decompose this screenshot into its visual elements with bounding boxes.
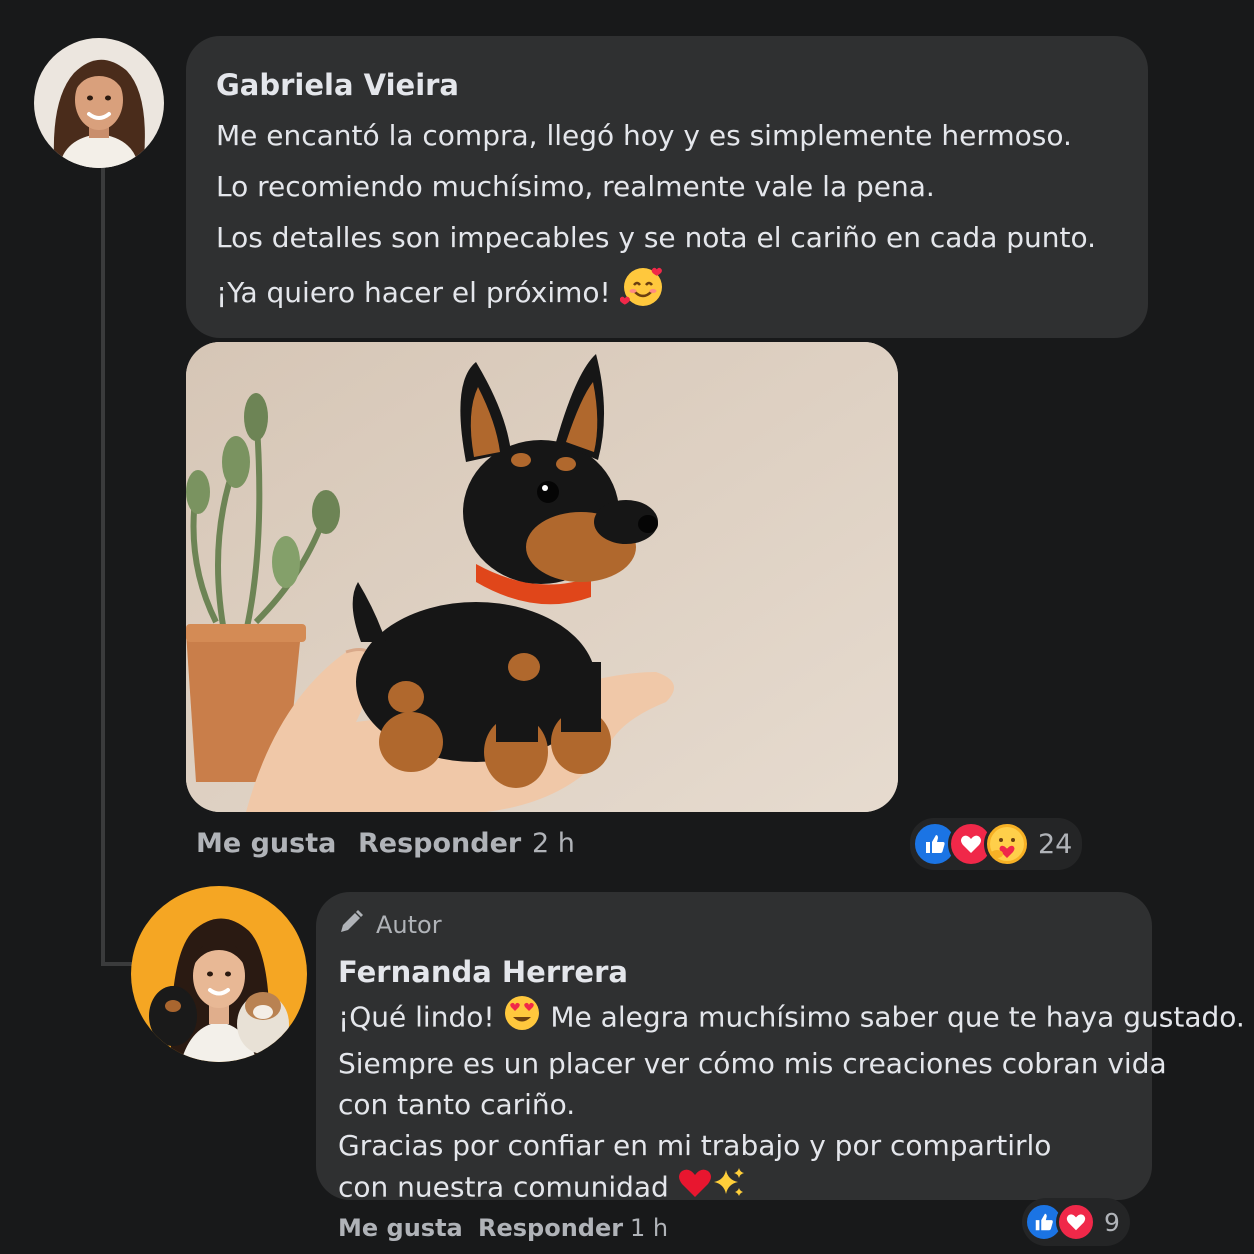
comment-text-line: ¡Ya quiero hacer el próximo! — [216, 276, 611, 309]
reply-actions: Me gusta Responder 1 h — [338, 1214, 668, 1242]
red-heart-icon — [678, 1168, 712, 1209]
reply-text-segment: ¡Qué lindo! — [338, 1000, 495, 1034]
comment-photo-crochet-doberman[interactable] — [186, 342, 898, 812]
avatar-fernanda[interactable] — [131, 886, 307, 1062]
thread-connector-line — [101, 168, 105, 966]
sparkles-icon — [712, 1166, 746, 1211]
comment-text-line-last: ¡Ya quiero hacer el próximo! — [216, 263, 1118, 325]
like-button[interactable]: Me gusta — [338, 1214, 478, 1242]
heart-icon — [1056, 1202, 1096, 1242]
reply-button[interactable]: Responder — [478, 1214, 630, 1242]
reply-text-line: con tanto cariño. — [338, 1088, 576, 1121]
care-hug-face-icon — [984, 821, 1030, 867]
like-button[interactable]: Me gusta — [196, 828, 358, 859]
reply-text-line: Siempre es un placer ver cómo mis creaci… — [338, 1047, 1167, 1080]
comment-text-line: Me encantó la compra, llegó hoy y es sim… — [216, 119, 1072, 152]
reply-text-line-last: con nuestra comunidad — [338, 1166, 1130, 1211]
avatar-gabriela[interactable] — [34, 38, 164, 168]
reply-button[interactable]: Responder — [358, 828, 532, 859]
comment-author-name[interactable]: Gabriela Vieira — [216, 68, 1118, 102]
reply-author-name[interactable]: Fernanda Herrera — [338, 950, 1130, 994]
smiling-face-with-hearts-icon — [619, 263, 666, 325]
comment-text-line: Los detalles son impecables y se nota el… — [216, 221, 1097, 254]
reply-bubble: Autor Fernanda Herrera ¡Qué lindo! Me al… — [316, 892, 1245, 1204]
comment-timestamp[interactable]: 2 h — [532, 828, 575, 859]
reply-text-segment: con nuestra comunidad — [338, 1170, 669, 1204]
reaction-count: 24 — [1038, 828, 1073, 860]
author-badge: Autor — [338, 910, 1130, 940]
reply-reaction-summary[interactable]: 9 — [1022, 1198, 1130, 1246]
pencil-icon — [338, 909, 364, 941]
heart-eyes-icon — [503, 994, 541, 1043]
reply-timestamp[interactable]: 1 h — [630, 1214, 668, 1242]
comment-bubble: Gabriela Vieira Me encantó la compra, ll… — [186, 36, 1148, 338]
reaction-count: 9 — [1104, 1207, 1120, 1237]
reaction-summary[interactable]: 24 — [910, 818, 1083, 870]
author-badge-label: Autor — [376, 911, 442, 939]
comment-actions: Me gusta Responder 2 h — [196, 828, 575, 859]
comment-text-line: Lo recomiendo muchísimo, realmente vale … — [216, 170, 935, 203]
reply-text-segment: Me alegra muchísimo saber que te haya gu… — [550, 1000, 1245, 1034]
reply-text-line: ¡Qué lindo! Me alegra muchísimo saber qu… — [338, 994, 1245, 1043]
reply-text-line: Gracias por confiar en mi trabajo y por … — [338, 1129, 1052, 1162]
